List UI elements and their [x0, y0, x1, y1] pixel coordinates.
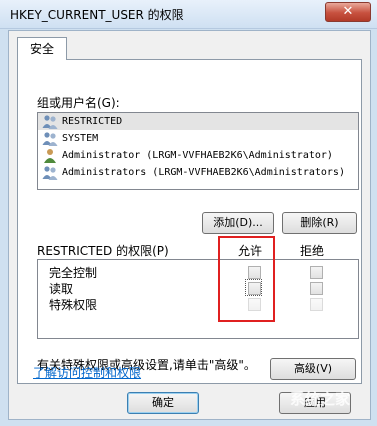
title-bar: HKEY_CURRENT_USER 的权限 ✕: [0, 0, 377, 29]
tab-security[interactable]: 安全: [17, 37, 67, 60]
permissions-label: RESTRICTED 的权限(P): [37, 244, 169, 258]
group-icon: [42, 132, 58, 146]
deny-checkbox-read[interactable]: [310, 282, 323, 295]
user-name: Administrators (LRGM-VVFHAEB2K6\Administ…: [62, 167, 345, 178]
deny-checkbox-special: [310, 298, 323, 311]
user-row-administrators[interactable]: Administrators (LRGM-VVFHAEB2K6\Administ…: [38, 164, 358, 181]
user-row-system[interactable]: SYSTEM: [38, 130, 358, 147]
permission-name: 特殊权限: [49, 298, 98, 312]
user-row-restricted[interactable]: RESTRICTED: [38, 113, 358, 130]
ok-button[interactable]: 确定: [127, 392, 199, 414]
dialog-body: 安全 组或用户名(G): RESTRICTED SYSTEM Administr…: [8, 30, 371, 420]
permission-name: 完全控制: [49, 266, 98, 280]
highlight-box: [218, 236, 275, 322]
watermark-logo: 系统之家: [290, 390, 351, 408]
group-icon: [42, 115, 58, 129]
user-name: RESTRICTED: [62, 116, 123, 127]
permissions-table: 完全控制 读取 特殊权限: [37, 259, 359, 339]
user-name: SYSTEM: [62, 133, 99, 144]
user-row-administrator[interactable]: Administrator (LRGM-VVFHAEB2K6\Administr…: [38, 147, 358, 164]
group-icon: [42, 166, 58, 180]
permission-name: 读取: [49, 282, 74, 296]
close-button[interactable]: ✕: [325, 2, 371, 22]
user-icon: [44, 149, 56, 163]
security-tab-panel: 组或用户名(G): RESTRICTED SYSTEM Administrato…: [17, 59, 362, 384]
deny-column-header: 拒绝: [300, 244, 325, 258]
learn-access-control-link[interactable]: 了解访问控制和权限: [33, 364, 141, 381]
deny-checkbox-full-control[interactable]: [310, 266, 323, 279]
remove-button[interactable]: 删除(R): [282, 212, 357, 234]
add-button[interactable]: 添加(D)...: [202, 212, 274, 234]
user-list[interactable]: RESTRICTED SYSTEM Administrator (LRGM-VV…: [37, 112, 359, 190]
close-icon: ✕: [342, 4, 354, 19]
advanced-button[interactable]: 高级(V): [270, 358, 356, 380]
group-or-user-label: 组或用户名(G):: [37, 96, 120, 110]
window-title: HKEY_CURRENT_USER 的权限: [10, 8, 184, 22]
user-name: Administrator (LRGM-VVFHAEB2K6\Administr…: [62, 150, 333, 161]
